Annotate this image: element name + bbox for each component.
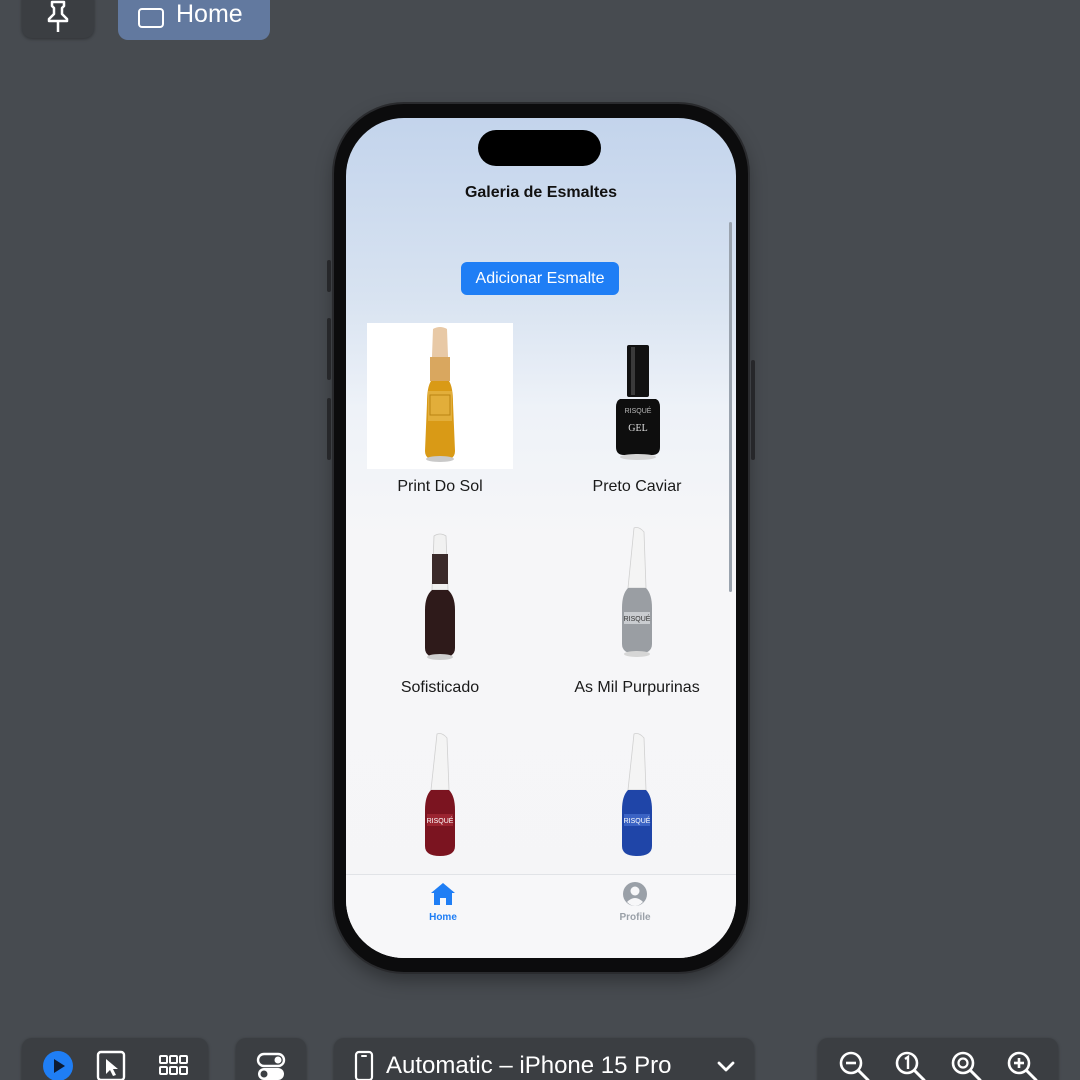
tab-profile[interactable]: Profile xyxy=(605,881,665,923)
nail-polish-bottle: RISQUÉ GEL xyxy=(616,345,660,460)
device-selector-label: Automatic – iPhone 15 Pro xyxy=(386,1052,672,1079)
chevron-down-icon xyxy=(717,1061,735,1072)
dynamic-island xyxy=(478,130,601,166)
frame-icon xyxy=(138,8,164,28)
svg-text:RISQUÉ: RISQUÉ xyxy=(624,816,651,825)
polish-image xyxy=(367,524,513,670)
nail-polish-bottle xyxy=(425,533,455,660)
home-preview-tab[interactable]: Home xyxy=(118,0,270,40)
nail-polish-bottle: RISQUÉ xyxy=(622,733,652,856)
polish-card[interactable]: RISQUÉ GEL Preto Caviar xyxy=(564,323,710,496)
tab-home-label: Home xyxy=(429,912,457,923)
polish-name: Print Do Sol xyxy=(397,478,483,495)
zoom-out-icon[interactable] xyxy=(838,1050,870,1080)
svg-text:RISQUÉ: RISQUÉ xyxy=(427,816,454,825)
zoom-actual-size-icon[interactable] xyxy=(894,1050,926,1080)
volume-down-button xyxy=(327,398,331,460)
svg-text:RISQUÉ: RISQUÉ xyxy=(624,614,651,623)
polish-name: Preto Caviar xyxy=(592,478,682,495)
volume-up-button xyxy=(327,318,331,380)
polish-image: RISQUÉ GEL xyxy=(564,323,710,469)
polish-image: RISQUÉ xyxy=(564,728,710,874)
device-settings-icon[interactable] xyxy=(256,1050,286,1080)
add-polish-button[interactable]: Adicionar Esmalte xyxy=(461,262,619,295)
polish-card[interactable]: RISQUÉ As Mil Purpurinas xyxy=(564,524,710,697)
svg-text:RISQUÉ: RISQUÉ xyxy=(625,406,652,415)
polish-card[interactable]: Print Do Sol xyxy=(367,323,513,496)
zoom-to-fit-icon[interactable] xyxy=(950,1050,982,1080)
nail-polish-bottle: RISQUÉ xyxy=(425,733,455,856)
live-preview-icon[interactable] xyxy=(42,1050,74,1080)
zoom-controls-group xyxy=(818,1038,1058,1080)
scroll-indicator[interactable] xyxy=(729,222,732,592)
variants-grid-icon[interactable] xyxy=(158,1050,188,1080)
selectable-mode-icon[interactable] xyxy=(96,1050,126,1080)
nav-title: Galeria de Esmaltes xyxy=(464,184,618,201)
tab-profile-label: Profile xyxy=(619,912,651,923)
zoom-in-icon[interactable] xyxy=(1006,1050,1038,1080)
pin-button[interactable] xyxy=(22,0,94,38)
phone-screen: Galeria de Esmaltes Adicionar Esmalte Pr… xyxy=(346,118,736,958)
home-preview-tab-label: Home xyxy=(176,0,243,28)
nail-polish-bottle: RISQUÉ xyxy=(622,527,652,657)
person-circle-icon xyxy=(623,882,647,906)
polish-image: RISQUÉ xyxy=(564,524,710,670)
tab-home[interactable]: Home xyxy=(413,881,473,923)
polish-image xyxy=(367,323,513,469)
action-button xyxy=(327,260,331,292)
canvas-settings-group xyxy=(236,1038,306,1080)
power-button xyxy=(751,360,755,460)
tab-bar: Home Profile xyxy=(346,874,736,958)
preview-mode-group xyxy=(22,1038,208,1080)
device-selector[interactable]: Automatic – iPhone 15 Pro xyxy=(334,1038,754,1080)
polish-card[interactable]: Sofisticado xyxy=(367,524,513,697)
iphone-icon xyxy=(354,1050,374,1080)
pin-icon xyxy=(47,0,69,32)
polish-image: RISQUÉ xyxy=(367,728,513,874)
polish-card[interactable]: RISQUÉ xyxy=(564,728,710,883)
nail-polish-bottle xyxy=(425,327,455,462)
polish-card[interactable]: RISQUÉ xyxy=(367,728,513,883)
house-icon xyxy=(431,883,455,905)
iphone-frame: Galeria de Esmaltes Adicionar Esmalte Pr… xyxy=(327,104,755,972)
svg-text:GEL: GEL xyxy=(628,423,647,434)
polish-name: As Mil Purpurinas xyxy=(574,679,700,696)
polish-name: Sofisticado xyxy=(400,679,480,696)
